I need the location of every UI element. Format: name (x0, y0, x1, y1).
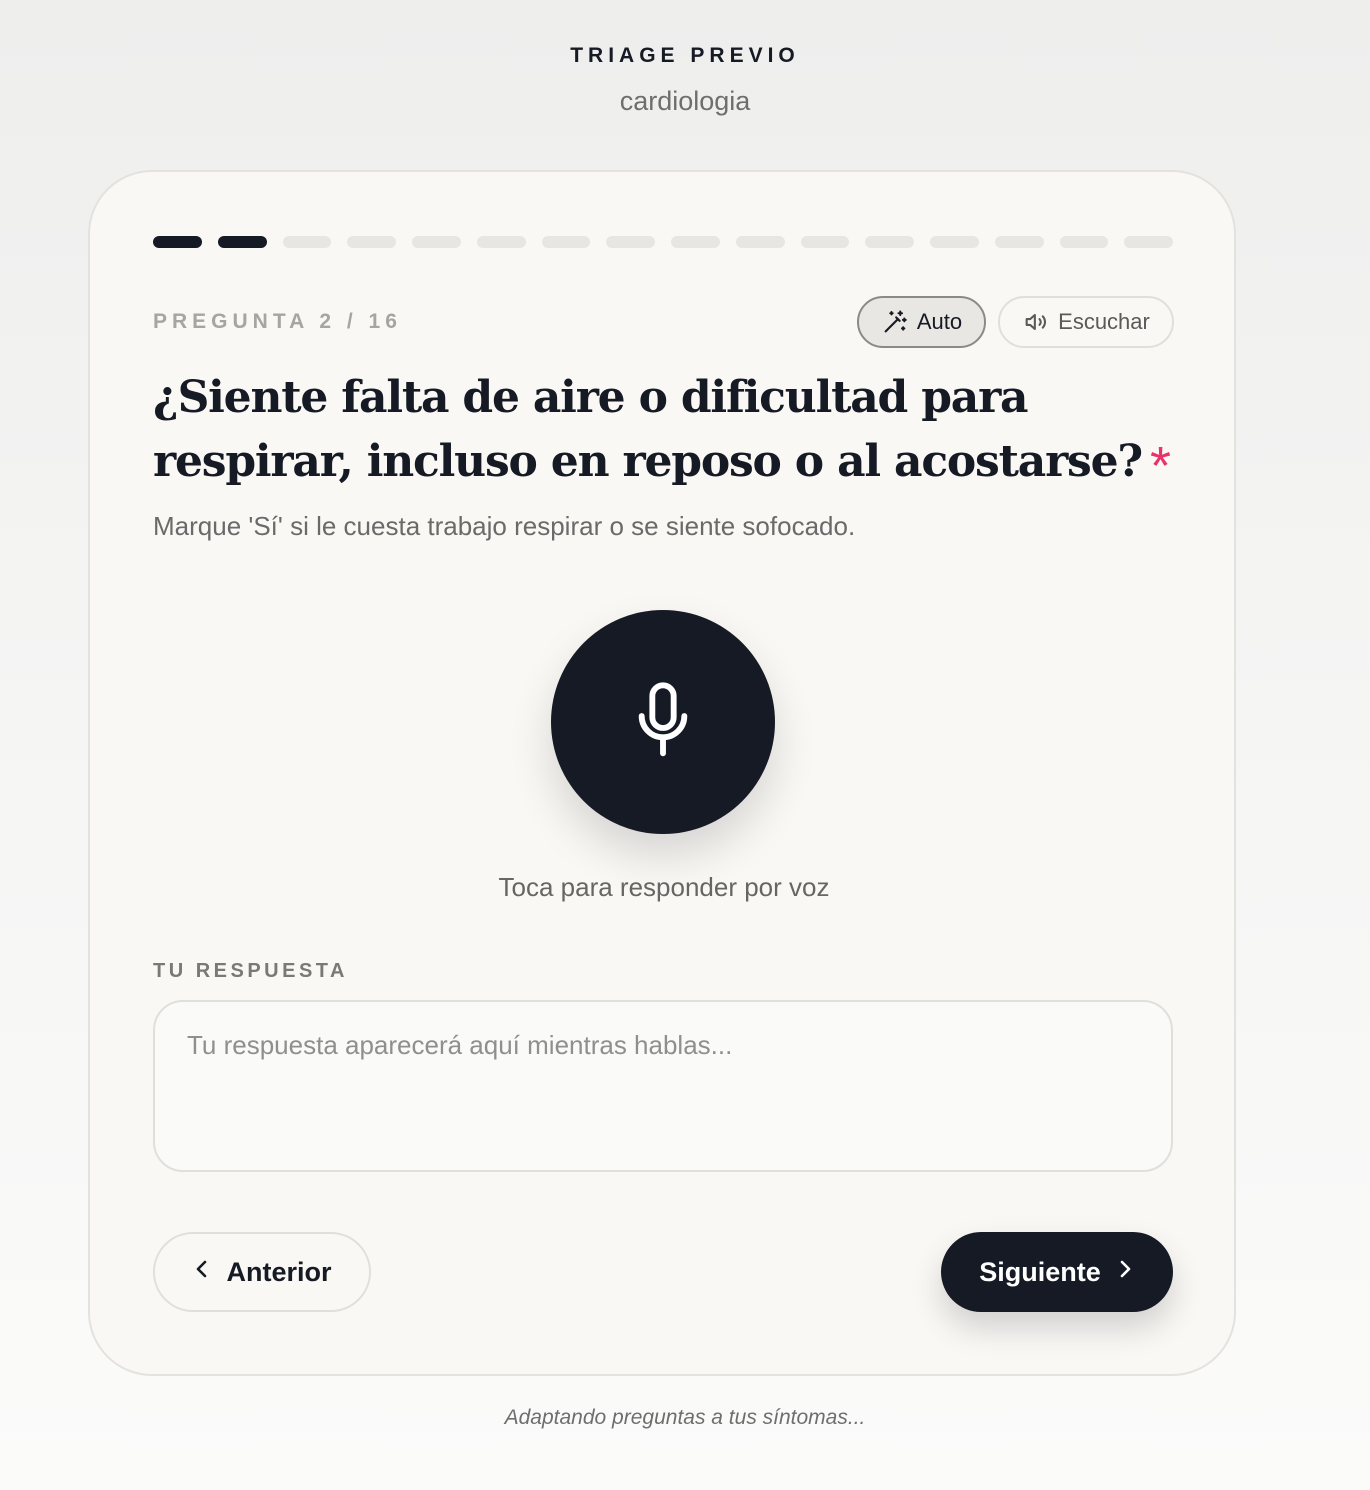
listen-button[interactable]: Escuchar (998, 296, 1174, 348)
magic-wand-icon (881, 308, 909, 336)
progress-segment (1059, 236, 1109, 248)
progress-segment (412, 236, 461, 248)
progress-segment (865, 236, 914, 248)
previous-label: Anterior (226, 1256, 332, 1287)
progress-segment (541, 236, 591, 248)
question-card: PREGUNTA 2 / 16 Auto Escuchar ¿Siente fa… (88, 170, 1236, 1376)
question-text-content: ¿Siente falta de aire o dificultad para … (153, 372, 1143, 487)
progress-segment (930, 236, 979, 248)
progress-segment (735, 236, 785, 248)
listen-label: Escuchar (1058, 309, 1150, 334)
progress-segment (994, 236, 1044, 248)
next-button[interactable]: Siguiente (941, 1232, 1173, 1312)
voice-record-button[interactable] (551, 610, 775, 834)
progress-segment (282, 236, 332, 248)
microphone-icon (631, 680, 695, 765)
progress-segment (800, 236, 850, 248)
answer-label: TU RESPUESTA (153, 960, 348, 982)
question-counter: PREGUNTA 2 / 16 (153, 310, 402, 333)
progress-segment (606, 236, 655, 248)
question-text: ¿Siente falta de aire o dificultad para … (153, 366, 1183, 498)
chevron-right-icon (1115, 1257, 1135, 1288)
progress-segment (153, 236, 202, 248)
auto-toggle-label: Auto (916, 309, 963, 334)
answer-input[interactable] (153, 1000, 1173, 1172)
chevron-left-icon (192, 1257, 212, 1288)
speaker-icon (1022, 308, 1050, 336)
progress-segment (476, 236, 526, 248)
required-asterisk: * (1150, 436, 1171, 496)
progress-segment (671, 236, 720, 248)
specialty-label: cardiologia (619, 86, 751, 116)
adapting-status: Adaptando preguntas a tus síntomas... (504, 1406, 866, 1429)
progress-segment (1124, 236, 1173, 248)
previous-button[interactable]: Anterior (153, 1232, 371, 1312)
next-label: Siguiente (979, 1256, 1101, 1287)
question-hint: Marque 'Sí' si le cuesta trabajo respira… (153, 511, 856, 541)
progress-segment (217, 236, 267, 248)
auto-toggle-button[interactable]: Auto (857, 296, 986, 348)
triage-kicker: TRIAGE PREVIO (570, 44, 800, 67)
voice-caption: Toca para responder por voz (498, 872, 830, 902)
progress-bar (153, 236, 1173, 248)
progress-segment (347, 236, 396, 248)
